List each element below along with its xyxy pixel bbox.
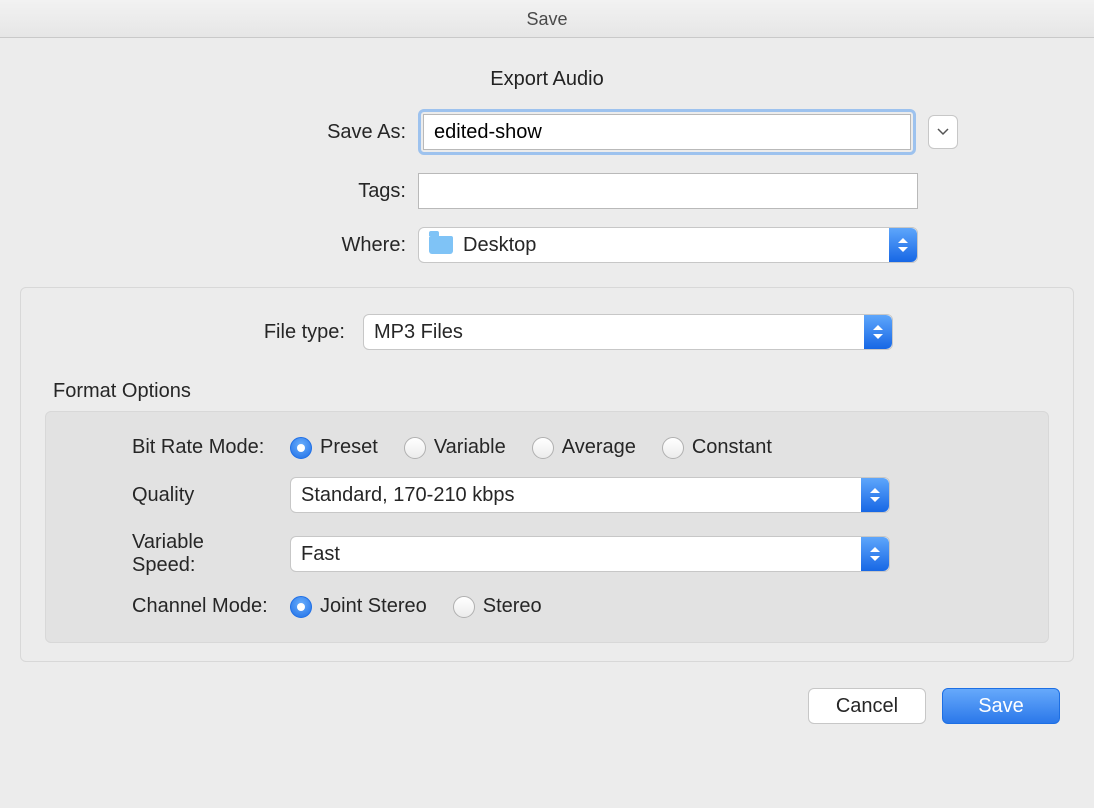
radio-icon: [290, 437, 312, 459]
quality-row: Quality Standard, 170-210 kbps: [72, 477, 1022, 513]
dialog-subtitle: Export Audio: [490, 68, 603, 91]
radio-icon: [290, 596, 312, 618]
variable-speed-popup[interactable]: Fast: [290, 536, 890, 572]
dialog-buttons: Cancel Save: [0, 682, 1094, 724]
file-type-popup[interactable]: MP3 Files: [363, 314, 893, 350]
channel-mode-row: Channel Mode: Joint Stereo Stereo: [72, 595, 1022, 618]
popup-arrows-icon: [861, 537, 889, 571]
where-value: Desktop: [463, 234, 536, 257]
where-row: Where: Desktop: [136, 227, 958, 263]
cancel-button[interactable]: Cancel: [808, 688, 926, 724]
radio-label: Stereo: [483, 595, 542, 618]
tags-input[interactable]: [418, 173, 918, 209]
channel-joint-stereo-radio[interactable]: Joint Stereo: [290, 595, 427, 618]
save-button[interactable]: Save: [942, 688, 1060, 724]
radio-label: Average: [562, 436, 636, 459]
popup-arrows-icon: [864, 315, 892, 349]
file-type-label: File type:: [45, 321, 345, 344]
channel-stereo-radio[interactable]: Stereo: [453, 595, 542, 618]
radio-icon: [532, 437, 554, 459]
file-type-value: MP3 Files: [374, 321, 463, 344]
variable-speed-label: Variable Speed:: [72, 531, 272, 577]
radio-icon: [662, 437, 684, 459]
save-as-row: Save As:: [136, 109, 958, 155]
radio-label: Constant: [692, 436, 772, 459]
radio-icon: [453, 596, 475, 618]
tags-label: Tags:: [136, 180, 406, 203]
quality-value: Standard, 170-210 kbps: [301, 484, 515, 507]
bit-rate-variable-radio[interactable]: Variable: [404, 436, 506, 459]
bit-rate-average-radio[interactable]: Average: [532, 436, 636, 459]
popup-arrows-icon: [861, 478, 889, 512]
where-label: Where:: [136, 234, 406, 257]
save-as-focus-ring: [418, 109, 916, 155]
radio-label: Preset: [320, 436, 378, 459]
radio-icon: [404, 437, 426, 459]
bit-rate-preset-radio[interactable]: Preset: [290, 436, 378, 459]
popup-arrows-icon: [889, 228, 917, 262]
bit-rate-mode-label: Bit Rate Mode:: [72, 436, 272, 459]
chevron-down-icon: [937, 128, 949, 136]
options-panel: File type: MP3 Files Format Options Bit …: [20, 287, 1074, 662]
quality-popup[interactable]: Standard, 170-210 kbps: [290, 477, 890, 513]
file-type-row: File type: MP3 Files: [45, 314, 1049, 350]
window-title: Save: [0, 0, 1094, 38]
folder-icon: [429, 236, 453, 254]
expand-locations-button[interactable]: [928, 115, 958, 149]
channel-mode-label: Channel Mode:: [72, 595, 272, 618]
format-options-title: Format Options: [53, 380, 1049, 403]
format-options-panel: Bit Rate Mode: Preset Variable Average C…: [45, 411, 1049, 643]
save-as-label: Save As:: [136, 121, 406, 144]
bit-rate-mode-row: Bit Rate Mode: Preset Variable Average C…: [72, 436, 1022, 459]
save-as-input[interactable]: [423, 114, 911, 150]
variable-speed-row: Variable Speed: Fast: [72, 531, 1022, 577]
where-popup[interactable]: Desktop: [418, 227, 918, 263]
quality-label: Quality: [72, 484, 272, 507]
radio-label: Variable: [434, 436, 506, 459]
radio-label: Joint Stereo: [320, 595, 427, 618]
tags-row: Tags:: [136, 173, 958, 209]
bit-rate-constant-radio[interactable]: Constant: [662, 436, 772, 459]
variable-speed-value: Fast: [301, 543, 340, 566]
